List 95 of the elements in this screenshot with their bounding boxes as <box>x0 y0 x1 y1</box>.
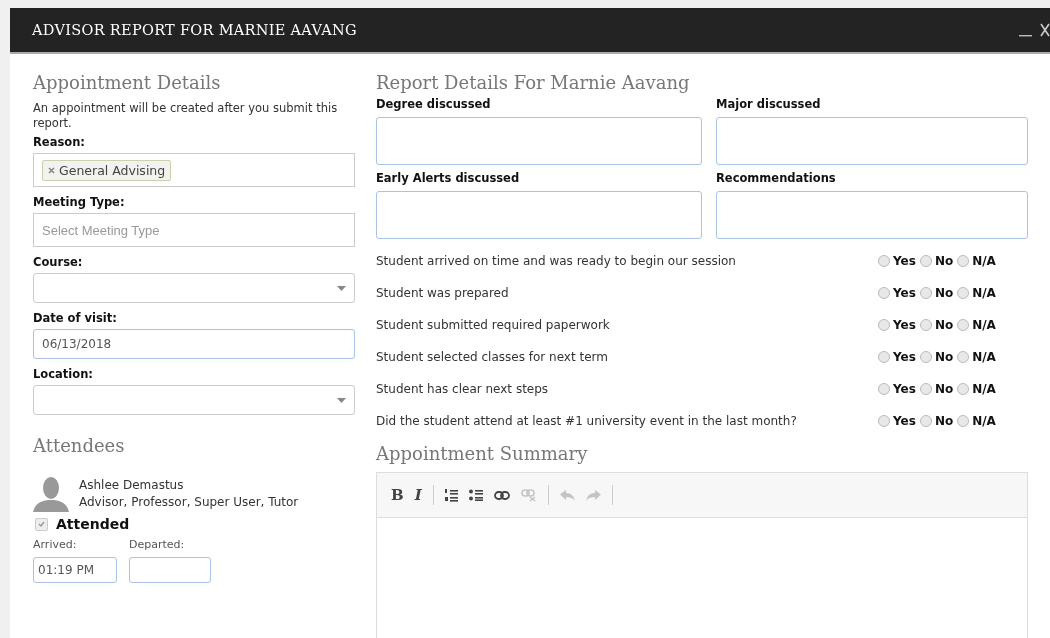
radio-button[interactable] <box>919 287 932 299</box>
radio-button[interactable] <box>919 255 932 267</box>
radio-label: Yes <box>893 286 916 300</box>
radio-button[interactable] <box>919 319 932 331</box>
question-text: Student selected classes for next term <box>376 350 609 364</box>
field-label: Major discussed <box>716 97 822 111</box>
radio-label: No <box>934 382 954 396</box>
text-area[interactable] <box>376 191 702 239</box>
undo-icon <box>559 489 575 501</box>
field-label: Departed: <box>129 538 186 551</box>
time-field[interactable] <box>129 557 211 583</box>
radio-button[interactable] <box>957 383 970 395</box>
radio-button[interactable] <box>878 415 890 427</box>
numbered-list-button[interactable] <box>444 488 458 502</box>
bullet-list-icon <box>468 489 483 501</box>
time-field[interactable]: 01:19 PM <box>33 557 117 583</box>
field-label: Degree discussed <box>376 97 492 111</box>
date-field[interactable]: 06/13/2018 <box>33 329 355 359</box>
close-button[interactable] <box>1040 23 1050 37</box>
window-title: ADVISOR REPORT FOR MARNIE AAVANG <box>32 22 358 38</box>
radio-label: Yes <box>893 382 916 396</box>
redo-icon <box>585 489 601 501</box>
radio-button[interactable] <box>919 351 932 363</box>
radio-label: Yes <box>893 350 916 364</box>
radio-button[interactable] <box>878 351 890 363</box>
radio-button[interactable] <box>957 287 970 299</box>
radio-button[interactable] <box>919 415 932 427</box>
radio-label: No <box>934 414 954 428</box>
dropdown-field[interactable] <box>33 273 355 303</box>
field-label: Early Alerts discussed <box>376 171 521 185</box>
field-placeholder: Select Meeting Type <box>42 222 160 238</box>
link-button[interactable] <box>493 490 510 500</box>
radio-label: N/A <box>972 286 996 300</box>
italic-button[interactable]: I <box>414 486 422 504</box>
question-text: Student arrived on time and was ready to begin our session <box>376 254 737 268</box>
info-text: An appointment will be created after you submit this report. <box>33 101 339 131</box>
remove-icon[interactable] <box>48 166 55 174</box>
field-label: Meeting Type: <box>33 195 126 209</box>
minimize-icon <box>1019 35 1032 37</box>
radio-button[interactable] <box>878 255 890 267</box>
reason-field[interactable]: General Advising <box>33 153 355 187</box>
dropdown-field[interactable] <box>33 385 355 415</box>
radio-label: N/A <box>972 254 996 268</box>
radio-label: N/A <box>972 350 996 364</box>
field-label: Location: <box>33 367 94 381</box>
radio-label: Yes <box>893 318 916 332</box>
question-text: Student was prepared <box>376 286 510 300</box>
link-icon <box>493 490 510 500</box>
check-icon <box>38 521 45 527</box>
bullet-list-button[interactable] <box>468 489 483 501</box>
tag-label: General Advising <box>59 162 166 178</box>
question-text: Student submitted required paperwork <box>376 318 611 332</box>
text-area[interactable] <box>376 117 702 165</box>
text-area[interactable] <box>716 191 1028 239</box>
radio-button[interactable] <box>878 287 890 299</box>
radio-label: N/A <box>972 382 996 396</box>
close-icon <box>1040 23 1050 37</box>
radio-button[interactable] <box>957 255 970 267</box>
field-label: Reason: <box>33 135 86 149</box>
section-heading: Attendees <box>33 435 126 456</box>
section-heading: Appointment Summary <box>376 443 589 464</box>
dropdown-caret-icon <box>337 397 346 403</box>
numbered-list-icon <box>444 488 458 502</box>
radio-label: N/A <box>972 414 996 428</box>
field-label: Date of visit: <box>33 311 118 325</box>
section-heading: Report Details For Marnie Aavang <box>376 72 691 93</box>
radio-label: No <box>934 254 954 268</box>
question-text: Student has clear next steps <box>376 382 550 396</box>
attendee-name: Ashlee Demastus <box>79 477 185 494</box>
field-label: Recommendations <box>716 171 837 185</box>
attended-checkbox[interactable] <box>35 517 48 531</box>
radio-label: No <box>934 318 954 332</box>
radio-button[interactable] <box>957 415 970 427</box>
radio-label: N/A <box>972 318 996 332</box>
radio-button[interactable] <box>878 383 890 395</box>
avatar-icon <box>33 476 69 512</box>
text-editor[interactable]: B I <box>376 472 1028 638</box>
radio-button[interactable] <box>878 319 890 331</box>
radio-button[interactable] <box>957 319 970 331</box>
section-heading: Appointment Details <box>33 72 222 93</box>
field-label: Course: <box>33 255 84 269</box>
radio-button[interactable] <box>957 351 970 363</box>
bold-button[interactable]: B <box>391 486 404 504</box>
field-label: Arrived: <box>33 538 78 551</box>
radio-label: No <box>934 350 954 364</box>
radio-label: Yes <box>893 254 916 268</box>
radio-label: Yes <box>893 414 916 428</box>
text-area[interactable] <box>716 117 1028 165</box>
radio-button[interactable] <box>919 383 932 395</box>
unlink-icon <box>520 488 537 502</box>
radio-label: No <box>934 286 954 300</box>
question-text: Did the student attend at least #1 university event in the last month? <box>376 414 798 428</box>
checkbox-label: Attended <box>56 516 130 532</box>
dropdown-caret-icon <box>337 285 346 291</box>
attendee-roles: Advisor, Professor, Super User, Tutor <box>79 494 299 511</box>
